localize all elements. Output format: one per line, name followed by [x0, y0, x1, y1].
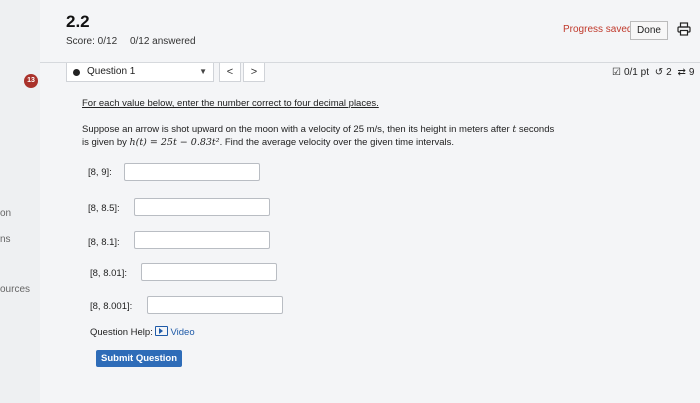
progress-saved-status: Progress saved: [563, 24, 633, 35]
question-number-badge: 13: [24, 74, 38, 88]
chevron-down-icon: ▼: [199, 67, 207, 76]
score-line: Score: 0/12 0/12 answered: [66, 36, 206, 47]
answer-input-5[interactable]: [147, 296, 283, 314]
submissions-icon: ⇄: [677, 67, 686, 78]
divider: [40, 62, 700, 63]
instructions: For each value below, enter the number c…: [82, 98, 379, 109]
sidebar-fragment[interactable]: on: [0, 208, 11, 219]
question-help: Question Help: Video: [90, 326, 195, 338]
answered-count: 0/12 answered: [129, 36, 196, 47]
sidebar-fragment[interactable]: ns: [0, 234, 11, 245]
question-select-label: Question 1: [87, 66, 136, 77]
status-dot-icon: [73, 69, 80, 76]
left-sidebar: on ns ources: [0, 0, 40, 403]
video-icon: [155, 326, 169, 336]
interval-label: [8, 8.5]:: [88, 203, 120, 214]
interval-label: [8, 8.01]:: [90, 268, 127, 279]
problem-text: . Find the average velocity over the giv…: [219, 137, 455, 148]
video-link-label: Video: [170, 327, 195, 338]
submit-question-button[interactable]: Submit Question: [96, 350, 182, 367]
answer-input-2[interactable]: [134, 198, 270, 216]
answer-input-3[interactable]: [134, 231, 270, 249]
problem-text: Suppose an arrow is shot upward on the m…: [82, 124, 510, 135]
video-help-link[interactable]: Video: [155, 326, 195, 338]
question-select[interactable]: Question 1 ▼: [66, 62, 214, 82]
done-button[interactable]: Done: [630, 21, 668, 40]
retries-count: 2: [666, 67, 672, 78]
points-value: 0/1 pt: [623, 67, 649, 78]
answer-input-1[interactable]: [124, 163, 260, 181]
submissions-count: 9: [688, 67, 695, 78]
next-question-button[interactable]: >: [243, 62, 265, 82]
sidebar-fragment[interactable]: ources: [0, 284, 30, 295]
question-help-label: Question Help:: [90, 327, 153, 338]
previous-question-button[interactable]: <: [219, 62, 241, 82]
problem-variable: t: [512, 124, 517, 135]
assignment-title: 2.2: [66, 12, 90, 31]
answer-input-4[interactable]: [141, 263, 277, 281]
interval-label: [8, 9]:: [88, 167, 112, 178]
score-label: Score: 0/12: [66, 36, 118, 47]
retry-icon: ↺: [654, 67, 664, 78]
height-formula: h(t) = 25t − 0.83t²: [129, 137, 220, 148]
interval-label: [8, 8.1]:: [88, 237, 120, 248]
print-icon[interactable]: [677, 22, 691, 41]
points-status: ☑ 0/1 pt ↺ 2 ⇄ 9: [612, 67, 697, 78]
interval-label: [8, 8.001]:: [90, 301, 133, 312]
problem-statement: Suppose an arrow is shot upward on the m…: [82, 123, 562, 149]
checkbox-icon: ☑: [612, 67, 621, 78]
